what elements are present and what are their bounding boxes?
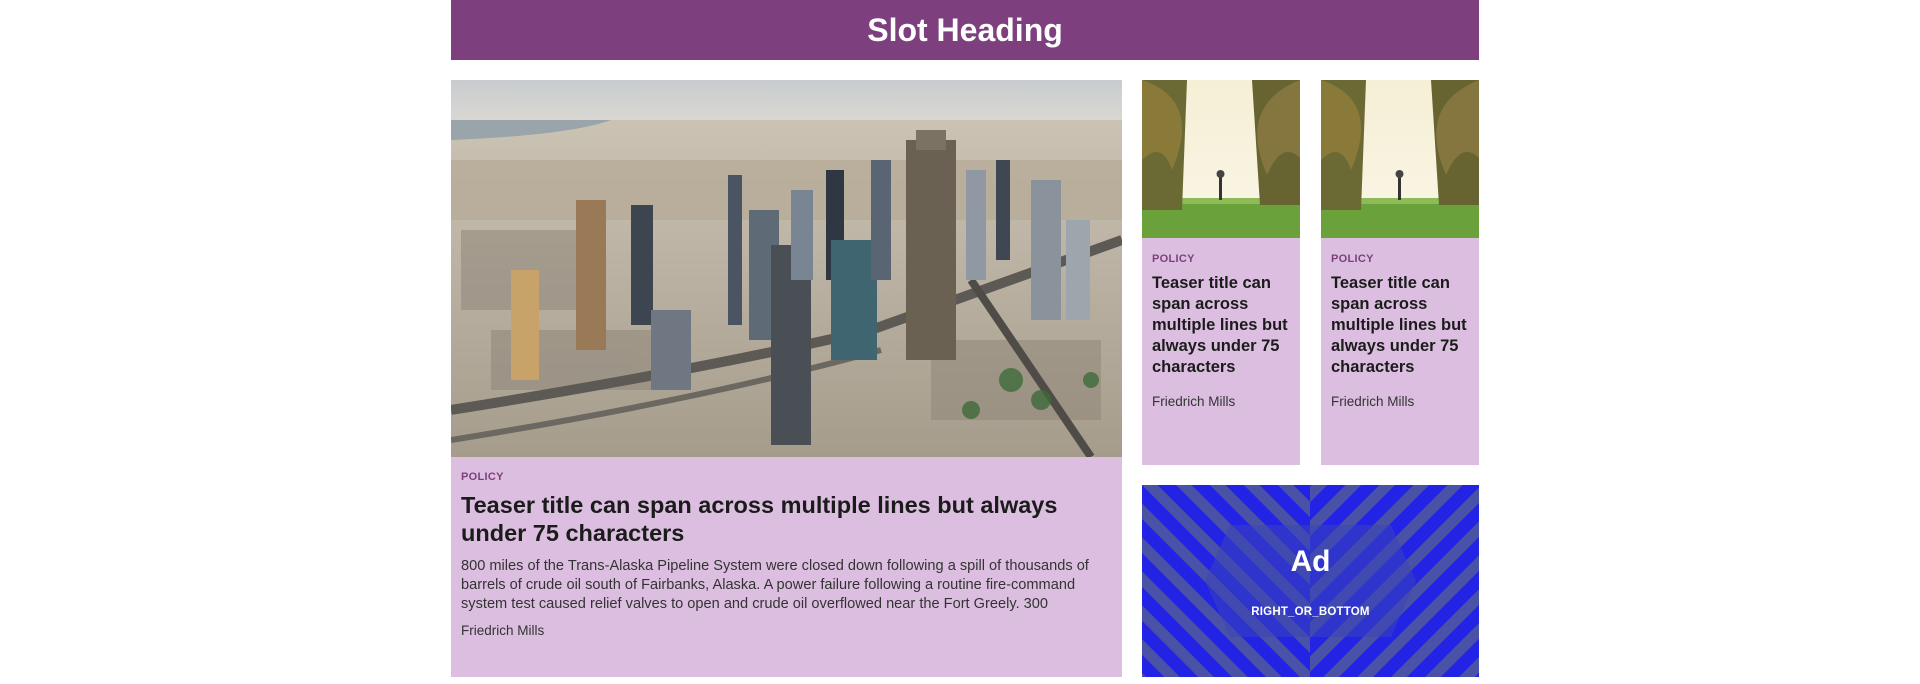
ad-slot[interactable]: Ad RIGHT_OR_BOTTOM [1142, 485, 1479, 677]
teaser-summary: 800 miles of the Trans-Alaska Pipeline S… [461, 558, 1089, 612]
category-label[interactable]: POLICY [1152, 253, 1290, 265]
slot-heading: Slot Heading [451, 0, 1479, 60]
author-name[interactable]: Friedrich Mills [1331, 394, 1469, 409]
small-teaser-image[interactable] [1321, 80, 1479, 238]
category-label[interactable]: POLICY [461, 471, 1112, 483]
ad-chevron-pattern [1142, 485, 1479, 677]
ad-label: Ad [1290, 545, 1331, 578]
teaser-title[interactable]: Teaser title can span across multiple li… [1331, 273, 1469, 378]
small-teaser-body: POLICY Teaser title can span across mult… [1321, 238, 1479, 409]
main-teaser-image[interactable] [451, 80, 1122, 457]
ad-position-label: RIGHT_OR_BOTTOM [1251, 606, 1370, 618]
author-name[interactable]: Friedrich Mills [461, 623, 1112, 638]
author-name[interactable]: Friedrich Mills [1152, 394, 1290, 409]
small-teaser-body: POLICY Teaser title can span across mult… [1142, 238, 1300, 409]
small-teaser-card[interactable]: POLICY Teaser title can span across mult… [1142, 80, 1300, 465]
main-teaser-card[interactable]: POLICY Teaser title can span across mult… [451, 80, 1122, 677]
main-teaser-body: POLICY Teaser title can span across mult… [451, 457, 1122, 638]
teaser-title[interactable]: Teaser title can span across multiple li… [461, 491, 1112, 547]
teaser-title[interactable]: Teaser title can span across multiple li… [1152, 273, 1290, 378]
small-teaser-image[interactable] [1142, 80, 1300, 238]
category-label[interactable]: POLICY [1331, 253, 1469, 265]
small-teaser-card[interactable]: POLICY Teaser title can span across mult… [1321, 80, 1479, 465]
teaser-grid: POLICY Teaser title can span across mult… [451, 80, 1479, 678]
teaser-slot: Slot Heading POLICY Teaser title can spa… [451, 0, 1479, 677]
